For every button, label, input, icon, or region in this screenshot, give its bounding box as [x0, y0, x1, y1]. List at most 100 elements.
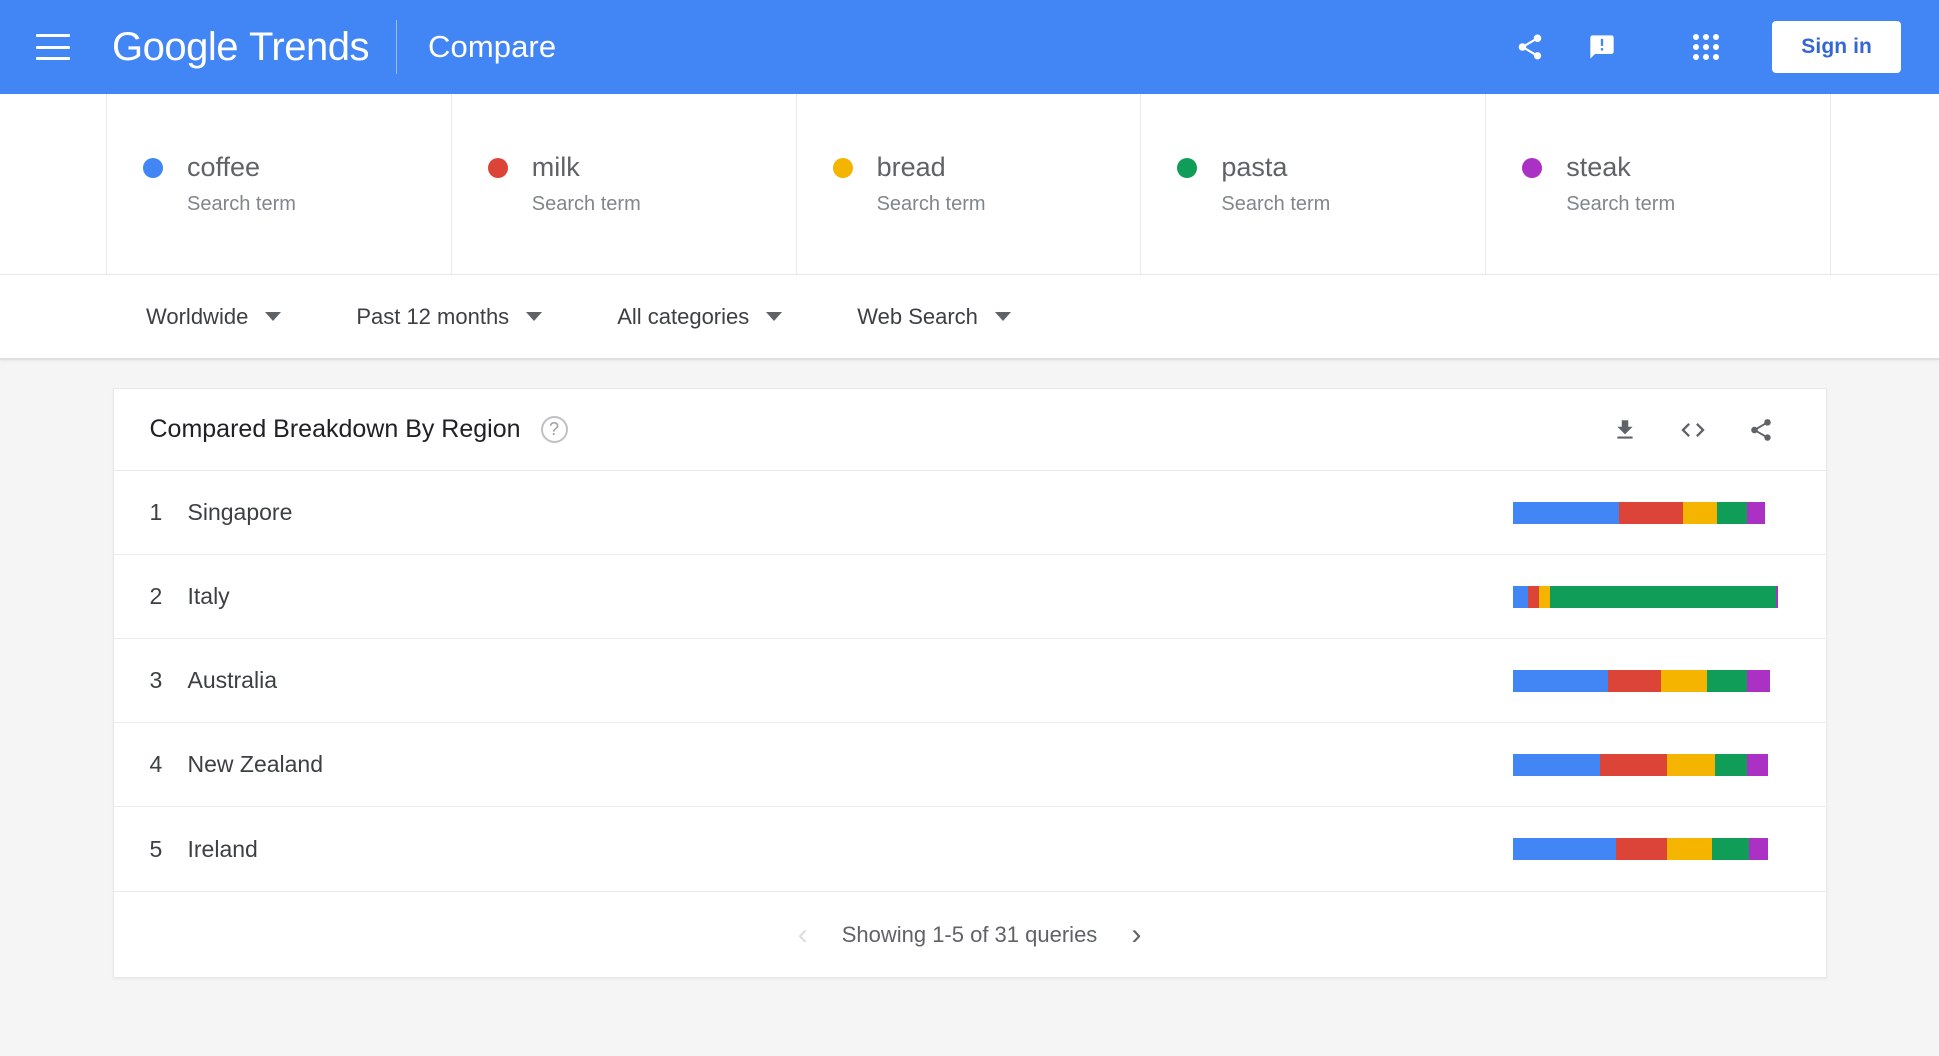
bar-segment-pasta	[1714, 753, 1747, 776]
bar-segment-steak	[1746, 669, 1771, 692]
location-filter[interactable]: Worldwide	[146, 303, 282, 330]
bar-segment-coffee	[1512, 501, 1619, 524]
feedback-icon[interactable]	[1566, 16, 1638, 78]
main-content: Compared Breakdown By Region ? 1 Singapo…	[0, 360, 1939, 1056]
card-header: Compared Breakdown By Region ?	[113, 389, 1826, 471]
app-header: Google Trends Compare Sign in	[0, 0, 1939, 94]
search-term-label: bread	[876, 152, 946, 182]
region-name: Australia	[187, 667, 277, 693]
bar-segment-steak	[1746, 501, 1766, 524]
sign-in-button[interactable]: Sign in	[1772, 21, 1901, 73]
bar-segment-steak	[1749, 838, 1768, 860]
search-term-card-4[interactable]: steak Search term	[1485, 94, 1831, 274]
page-title: Compare	[428, 29, 557, 64]
search-term-label: coffee	[187, 152, 261, 182]
share-icon[interactable]	[1743, 412, 1779, 448]
term-color-dot	[1177, 157, 1198, 178]
embed-code-icon[interactable]	[1675, 412, 1711, 448]
stacked-bar	[1512, 838, 1779, 860]
chevron-down-icon	[994, 312, 1011, 321]
region-name: Ireland	[187, 835, 258, 862]
header-divider	[396, 20, 397, 74]
search-term-type: Search term	[1566, 193, 1676, 215]
region-rank: 2	[149, 583, 163, 609]
location-filter-label: Worldwide	[146, 303, 249, 329]
table-row[interactable]: 1 Singapore	[113, 471, 1826, 555]
stacked-bar	[1512, 585, 1779, 608]
chevron-down-icon	[526, 312, 543, 321]
search-term-card-3[interactable]: pasta Search term	[1140, 94, 1485, 274]
term-color-dot	[1522, 157, 1543, 178]
bar-segment-pasta	[1706, 669, 1747, 692]
google-trends-logo[interactable]: Google Trends	[112, 25, 370, 70]
region-rank: 4	[149, 751, 163, 777]
bar-segment-milk	[1528, 585, 1540, 608]
region-name: Italy	[187, 583, 230, 609]
bar-segment-coffee	[1512, 669, 1609, 692]
term-color-dot	[832, 157, 853, 178]
search-term-type: Search term	[531, 193, 641, 215]
bar-segment-pasta	[1717, 501, 1747, 524]
download-icon[interactable]	[1607, 412, 1643, 448]
bar-segment-bread	[1539, 585, 1550, 608]
search-term-type: Search term	[1221, 193, 1331, 215]
search-term-label: milk	[531, 152, 580, 182]
term-color-dot	[143, 157, 163, 178]
search-type-filter-label: Web Search	[857, 303, 978, 329]
table-row[interactable]: 5 Ireland	[114, 807, 1826, 891]
region-rank: 1	[149, 499, 163, 525]
category-filter[interactable]: All categories	[617, 303, 783, 330]
table-row[interactable]: 4 New Zealand	[113, 723, 1826, 807]
pagination-status: Showing 1-5 of 31 queries	[841, 921, 1098, 947]
region-rows: 1 Singapore 2 Italy 3 Australia 4 New Zealand 5 I…	[113, 471, 1826, 891]
search-type-filter[interactable]: Web Search	[857, 304, 1011, 330]
term-color-dot	[487, 157, 508, 178]
search-term-type: Search term	[187, 193, 296, 215]
bar-segment-coffee	[1512, 585, 1529, 608]
header-actions: Sign in	[1494, 16, 1901, 78]
bar-segment-coffee	[1512, 753, 1601, 776]
region-rank: 5	[149, 835, 163, 862]
stacked-bar	[1512, 501, 1779, 524]
share-icon[interactable]	[1494, 16, 1566, 78]
stacked-bar	[1512, 753, 1779, 776]
bar-segment-bread	[1666, 838, 1712, 860]
bar-segment-pasta	[1711, 838, 1750, 860]
card-footer: ‹ Showing 1-5 of 31 queries ›	[113, 891, 1826, 977]
bar-segment-bread	[1682, 501, 1718, 524]
card-actions	[1607, 412, 1779, 448]
search-term-type: Search term	[876, 193, 986, 215]
bar-segment-pasta	[1549, 585, 1776, 608]
search-term-card-2[interactable]: bread Search term	[795, 94, 1141, 274]
help-circle-icon[interactable]: ?	[540, 416, 568, 443]
compared-breakdown-card: Compared Breakdown By Region ? 1 Singapo…	[112, 388, 1827, 978]
search-term-card-0[interactable]: coffee Search term	[106, 94, 451, 274]
bar-segment-bread	[1666, 753, 1715, 776]
chevron-down-icon	[265, 312, 282, 321]
stacked-bar	[1512, 669, 1779, 692]
search-term-label: pasta	[1221, 152, 1288, 182]
bar-segment-milk	[1616, 838, 1667, 860]
previous-page-button[interactable]: ‹	[790, 916, 816, 954]
time-range-filter[interactable]: Past 12 months	[356, 303, 543, 330]
search-term-label: steak	[1566, 152, 1631, 182]
bar-segment-milk	[1608, 669, 1662, 692]
table-row[interactable]: 2 Italy	[113, 555, 1826, 639]
filters-row: Worldwide Past 12 months All categories …	[0, 275, 1939, 360]
bar-segment-milk	[1600, 753, 1667, 776]
chevron-down-icon	[766, 312, 783, 321]
card-title: Compared Breakdown By Region	[149, 415, 521, 443]
category-filter-label: All categories	[617, 303, 750, 329]
google-apps-grid-icon[interactable]	[1670, 16, 1742, 78]
bar-segment-steak	[1746, 753, 1768, 776]
region-rank: 3	[149, 667, 163, 693]
bar-segment-steak	[1775, 585, 1779, 608]
region-name: Singapore	[187, 499, 293, 525]
region-name: New Zealand	[187, 751, 324, 777]
search-term-card-1[interactable]: milk Search term	[450, 94, 796, 274]
time-range-filter-label: Past 12 months	[356, 303, 510, 329]
bar-segment-milk	[1618, 501, 1683, 524]
next-page-button[interactable]: ›	[1123, 916, 1149, 954]
hamburger-menu-icon[interactable]	[36, 34, 70, 60]
table-row[interactable]: 3 Australia	[113, 639, 1826, 723]
